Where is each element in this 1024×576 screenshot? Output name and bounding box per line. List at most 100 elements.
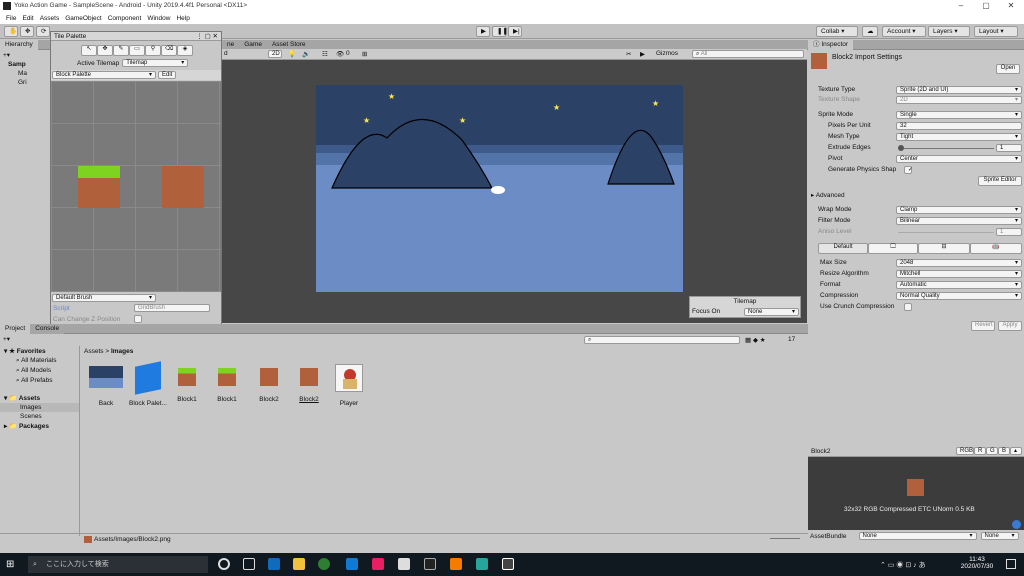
breadcrumb-images[interactable]: Images <box>111 348 133 355</box>
wrap-mode-dropdown[interactable]: Clamp <box>896 206 1022 214</box>
clock[interactable]: 11:43 2020/07/30 <box>960 556 994 570</box>
scene-mode-partial[interactable]: d <box>224 50 228 57</box>
filter-mode-dropdown[interactable]: Bilinear <box>896 217 1022 225</box>
minimize-icon[interactable]: – <box>950 1 972 12</box>
icon-size-slider[interactable] <box>770 538 800 539</box>
channel-b-button[interactable]: B <box>998 447 1010 455</box>
fill-icon[interactable]: ◈ <box>177 45 193 56</box>
open-button[interactable]: Open <box>996 64 1020 74</box>
tab-hierarchy[interactable]: Hierarchy <box>0 39 38 50</box>
account-button[interactable]: Account ▾ <box>882 26 926 37</box>
focus-on-dropdown[interactable]: None <box>744 308 799 316</box>
resize-dropdown[interactable]: Mitchell <box>896 270 1022 278</box>
select-tool-icon[interactable]: ↖ <box>81 45 97 56</box>
lighting-icon[interactable]: 💡 <box>288 50 296 58</box>
vscode-icon[interactable] <box>346 558 358 570</box>
gizmos-button[interactable]: Gizmos <box>656 50 678 57</box>
tab-scene-partial[interactable]: ne <box>222 39 240 50</box>
menu-gameobject[interactable]: GameObject <box>65 15 102 22</box>
tab-console[interactable]: Console <box>30 323 65 334</box>
can-change-z-checkbox[interactable] <box>134 315 142 323</box>
tab-inspector[interactable]: ⓘ Inspector <box>808 39 854 50</box>
cloud-icon[interactable]: ☁ <box>862 26 878 37</box>
extrude-input[interactable]: 1 <box>996 144 1022 152</box>
apply-button[interactable]: Apply <box>998 321 1022 331</box>
extrude-slider-handle[interactable] <box>898 145 904 151</box>
favorites-header[interactable]: ▾ ★ Favorites <box>0 346 79 356</box>
tab-game[interactable]: Game <box>239 39 267 50</box>
app-icon[interactable] <box>476 558 488 570</box>
asset-block-palette[interactable]: Block Palet... <box>128 361 168 407</box>
filter-icons[interactable]: ▦ ◆ ★ <box>745 336 766 344</box>
picker-icon[interactable]: ⚲ <box>145 45 161 56</box>
close-icon[interactable]: ✕ <box>1000 1 1022 12</box>
favorites-item[interactable]: ⌕ All Materials <box>0 356 79 366</box>
platform-tab-android-icon[interactable]: 🤖 <box>970 243 1022 254</box>
rotate-tool-icon[interactable]: ⟳ <box>36 26 50 37</box>
layers-button[interactable]: Layers ▾ <box>928 26 970 37</box>
hierarchy-item[interactable]: Ma <box>0 69 50 78</box>
extrude-slider[interactable] <box>898 148 994 149</box>
palette-grid[interactable] <box>51 81 221 292</box>
assets-header[interactable]: ▾ 📁 Assets <box>0 386 79 403</box>
camera-gizmo-icon[interactable] <box>491 186 505 194</box>
favorites-item[interactable]: ⌕ All Models <box>0 366 79 376</box>
hand-tool-icon[interactable]: ✋ <box>4 26 18 37</box>
max-size-dropdown[interactable]: 2048 <box>896 259 1022 267</box>
grid-icon[interactable]: ⊞ <box>362 50 367 58</box>
task-view-icon[interactable] <box>243 558 255 570</box>
taskbar-search-input[interactable]: ⌕ ここに入力して検索 <box>28 556 208 573</box>
breadcrumb-assets[interactable]: Assets <box>84 348 104 355</box>
layout-button[interactable]: Layout ▾ <box>974 26 1018 37</box>
audio-icon[interactable]: 🔊 <box>302 50 310 58</box>
move-tool-icon[interactable]: ✥ <box>20 26 34 37</box>
preview-toggle-icon[interactable] <box>1012 520 1021 529</box>
folder-images[interactable]: Images <box>0 403 79 412</box>
scene-view[interactable]: ★ ★ ★ ★ ★ Tilemap Focus On None <box>222 60 807 323</box>
dirt-block-tile[interactable] <box>162 166 204 208</box>
platform-tab-standalone-icon[interactable]: 🖵 <box>868 243 918 254</box>
tab-project[interactable]: Project <box>0 323 31 334</box>
project-search-input[interactable]: ⌕ <box>584 336 740 344</box>
menu-window[interactable]: Window <box>147 15 170 22</box>
sprite-editor-button[interactable]: Sprite Editor <box>978 176 1022 186</box>
folder-scenes[interactable]: Scenes <box>0 412 79 421</box>
asset-back[interactable]: Back <box>86 364 126 407</box>
assetbundle-dropdown[interactable]: None <box>858 532 977 540</box>
channel-g-button[interactable]: G <box>986 447 998 455</box>
camera-icon[interactable]: ▶ <box>640 50 645 58</box>
eraser-icon[interactable]: ⌫ <box>161 45 177 56</box>
outlook-icon[interactable] <box>268 558 280 570</box>
menu-assets[interactable]: Assets <box>40 15 60 22</box>
palette-dropdown[interactable]: Block Palette <box>52 71 156 79</box>
project-add-icon[interactable]: +▾ <box>3 335 10 343</box>
physics-checkbox[interactable]: ✓ <box>904 166 913 174</box>
move-tile-icon[interactable]: ✥ <box>97 45 113 56</box>
channel-rgb-button[interactable]: RGB <box>956 447 974 455</box>
palette-edit-button[interactable]: Edit <box>158 71 176 79</box>
windows-start-icon[interactable]: ⊞ <box>6 559 17 570</box>
asset-block1[interactable]: Block1 <box>172 364 202 403</box>
step-icon[interactable]: ▶| <box>508 26 522 37</box>
hierarchy-add-icon[interactable]: +▾ <box>0 50 50 60</box>
collab-button[interactable]: Collab ▾ <box>816 26 858 37</box>
app-icon[interactable] <box>372 558 384 570</box>
menu-component[interactable]: Component <box>108 15 142 22</box>
pivot-dropdown[interactable]: Center <box>896 155 1022 163</box>
play-icon[interactable]: ▶ <box>476 26 490 37</box>
paint-icon[interactable] <box>450 558 462 570</box>
mesh-type-dropdown[interactable]: Tight <box>896 133 1022 141</box>
active-tilemap-dropdown[interactable]: Tilemap <box>122 59 189 67</box>
2d-toggle[interactable]: 2D <box>268 50 282 58</box>
packages-header[interactable]: ▸ 📁 Packages <box>0 421 79 431</box>
sprite-mode-dropdown[interactable]: Single <box>896 111 1022 119</box>
assetbundle-variant-dropdown[interactable]: None <box>980 532 1019 540</box>
file-explorer-icon[interactable] <box>293 558 305 570</box>
ppu-input[interactable]: 32 <box>896 122 1022 130</box>
texture-type-dropdown[interactable]: Sprite (2D and UI) <box>896 86 1022 94</box>
terminal-icon[interactable] <box>424 558 436 570</box>
hierarchy-item[interactable]: Gri <box>0 78 50 87</box>
platform-tab-default[interactable]: Default <box>818 243 868 254</box>
asset-player[interactable]: Player <box>332 364 366 407</box>
asset-block2-selected[interactable]: Block2 <box>294 364 324 403</box>
